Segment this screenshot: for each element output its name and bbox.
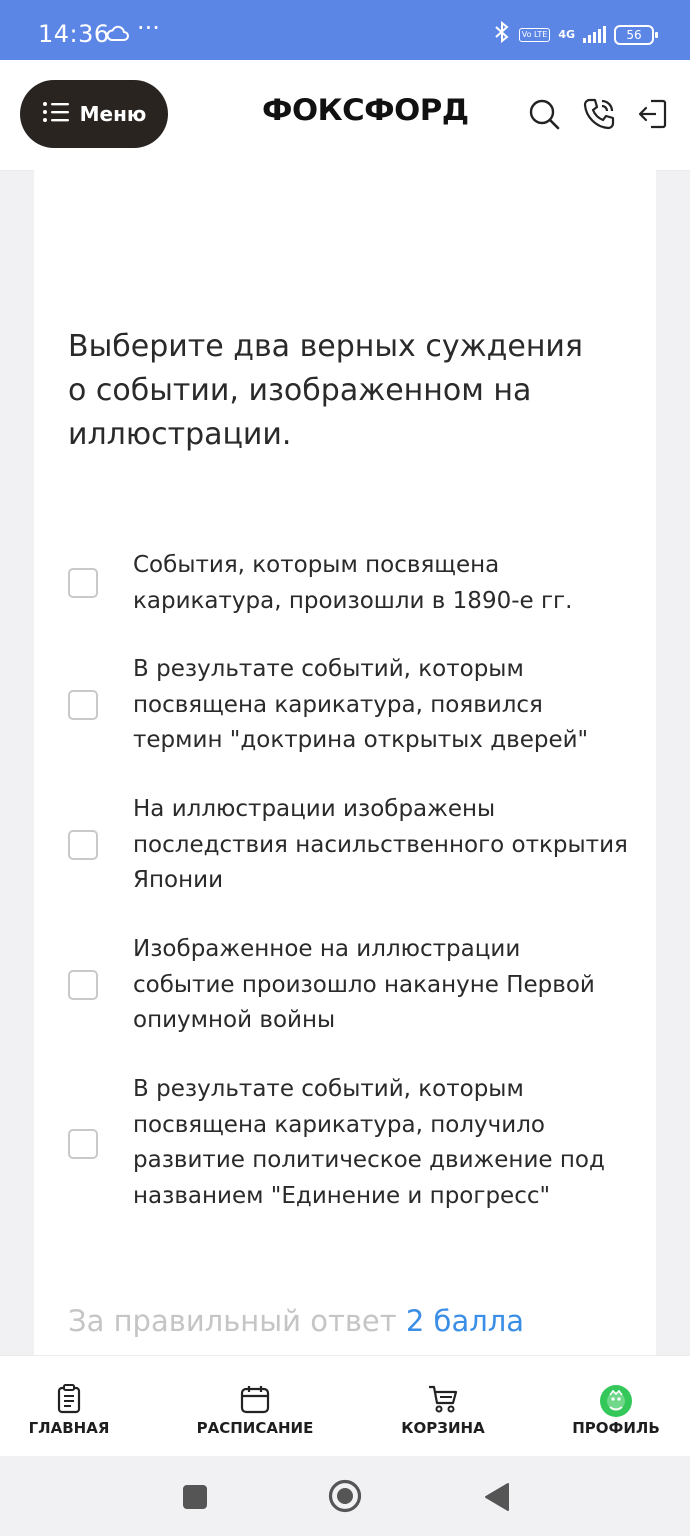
list-menu-icon: [42, 101, 70, 128]
score-points: 2 балла: [405, 1304, 525, 1338]
option-checkbox[interactable]: [68, 830, 98, 860]
document-icon: [56, 1384, 82, 1418]
status-indicators: Vo LTE 4G 56: [493, 20, 658, 49]
option-checkbox[interactable]: [68, 690, 98, 720]
cart-icon: [427, 1384, 459, 1418]
search-icon[interactable]: [527, 97, 561, 135]
phone-call-icon[interactable]: [582, 97, 616, 135]
status-bar: 14:36 ··· Vo LTE 4G 56: [0, 0, 690, 60]
app-header: Меню ФОКСФОРД: [0, 60, 690, 171]
cloud-icon: [106, 24, 130, 48]
tab-cart[interactable]: КОРЗИНА: [390, 1356, 496, 1456]
profile-avatar-icon: [599, 1384, 633, 1422]
question-text: Выберите два верных суждения о событии, …: [68, 329, 583, 452]
option-checkbox[interactable]: [68, 970, 98, 1000]
option-text: В результате событий, которым посвящена …: [133, 1076, 605, 1209]
tab-schedule-label: РАСПИСАНИЕ: [196, 1419, 314, 1437]
option-checkbox[interactable]: [68, 568, 98, 598]
tab-cart-label: КОРЗИНА: [401, 1419, 485, 1437]
signal-icon: [583, 25, 606, 43]
battery-level: 56: [626, 27, 642, 42]
tab-home-label: ГЛАВНАЯ: [28, 1419, 110, 1437]
volte-icon: Vo LTE: [518, 27, 551, 42]
calendar-icon: [240, 1384, 270, 1418]
back-icon[interactable]: [484, 1482, 510, 1516]
option-text: В результате событий, которым посвящена …: [133, 656, 589, 753]
menu-button[interactable]: Меню: [20, 80, 168, 148]
option-text: Изображенное на иллюстрации событие прои…: [133, 936, 595, 1033]
foxford-logo[interactable]: ФОКСФОРД: [262, 93, 469, 127]
recent-apps-icon[interactable]: [182, 1484, 208, 1514]
tab-schedule[interactable]: РАСПИСАНИЕ: [190, 1356, 320, 1456]
tab-profile[interactable]: ПРОФИЛЬ: [566, 1356, 666, 1456]
battery-icon: 56: [614, 24, 658, 45]
tab-home[interactable]: ГЛАВНАЯ: [14, 1356, 124, 1456]
score-prefix: За правильный ответ: [68, 1304, 397, 1338]
question-card: Выберите два верных суждения о событии, …: [34, 170, 656, 1356]
option-checkbox[interactable]: [68, 1129, 98, 1159]
login-icon[interactable]: [637, 97, 669, 135]
option-text: На иллюстрации изображены последствия на…: [133, 796, 628, 893]
bluetooth-icon: [493, 20, 511, 49]
system-nav-bar: [0, 1456, 690, 1536]
score-info: За правильный ответ 2 балла: [68, 1304, 524, 1338]
menu-label: Меню: [79, 102, 147, 126]
home-icon[interactable]: [328, 1479, 362, 1517]
tab-profile-label: ПРОФИЛЬ: [572, 1419, 660, 1437]
status-time: 14:36: [38, 20, 110, 48]
network-type: 4G: [558, 27, 575, 41]
more-notifications-icon: ···: [137, 14, 160, 42]
bottom-tab-bar: ГЛАВНАЯ РАСПИСАНИЕ КОРЗИНА ПРОФИЛЬ: [0, 1355, 690, 1456]
option-text: События, которым посвящена карикатура, п…: [133, 552, 573, 614]
